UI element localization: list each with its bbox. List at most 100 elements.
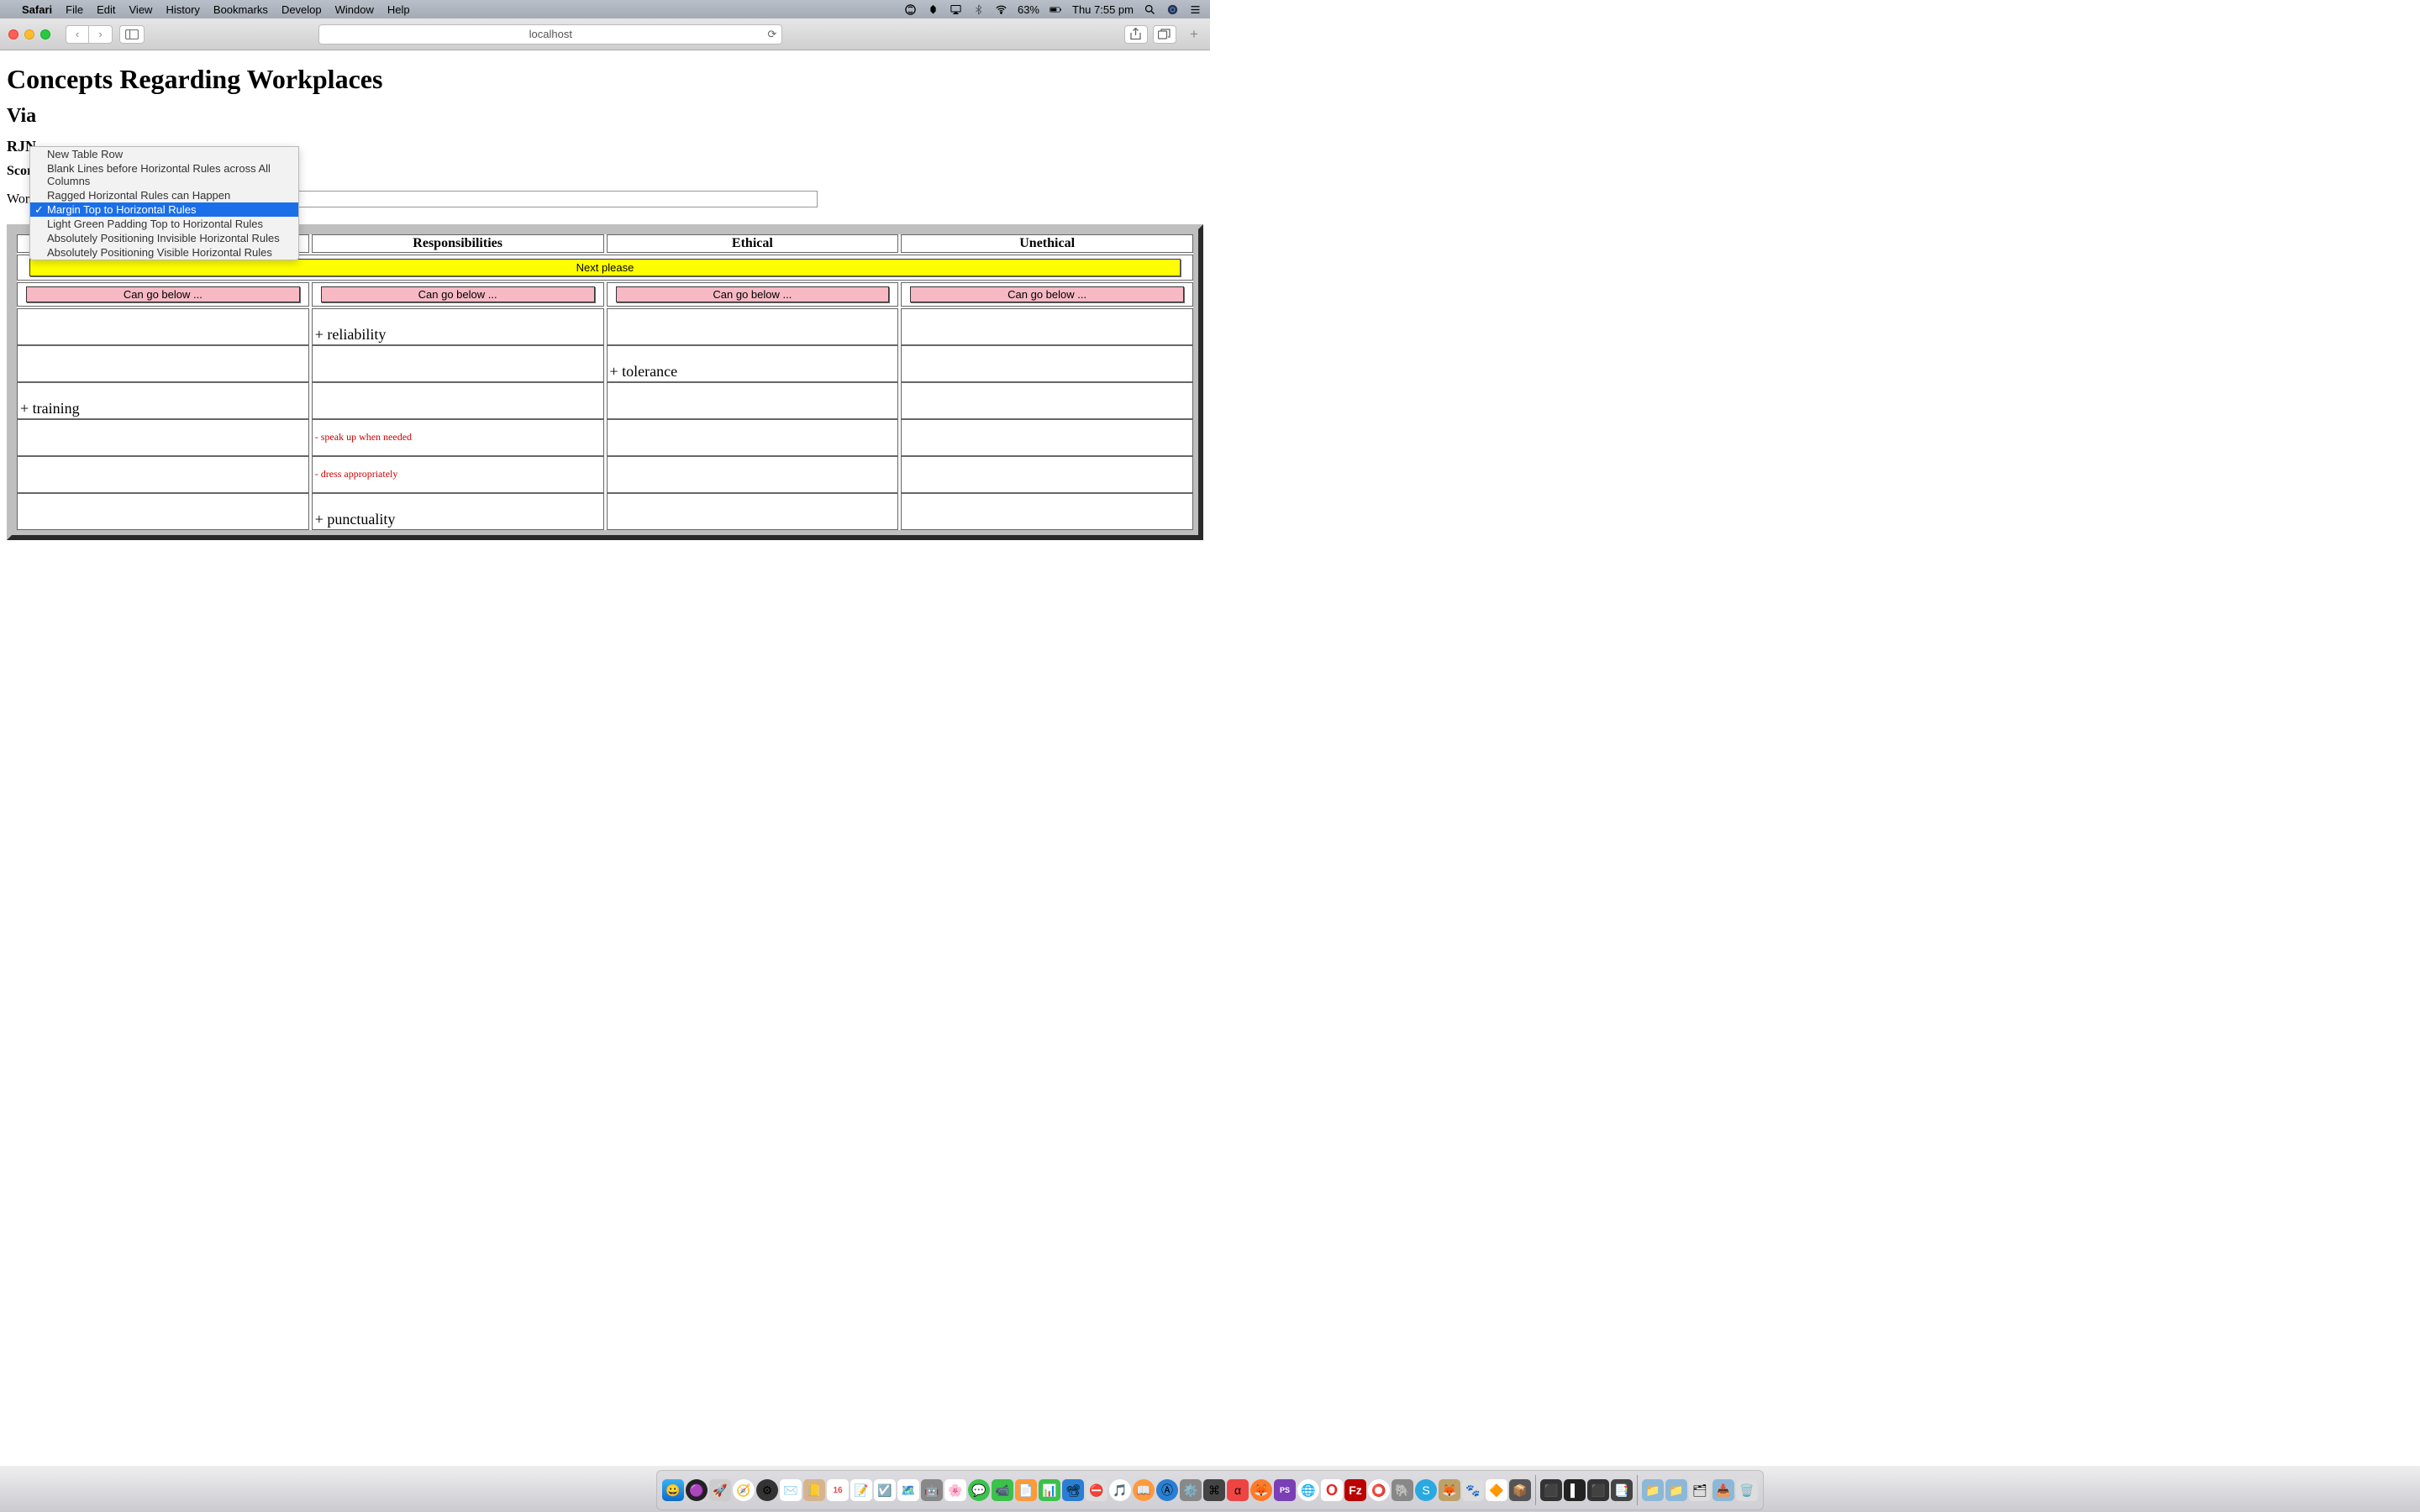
dock-trash-icon[interactable]: 🗑️: [1736, 1479, 1758, 1501]
window-minimize-button[interactable]: [24, 29, 34, 39]
dock-preferences-icon[interactable]: ⚙️: [1180, 1479, 1202, 1501]
window-close-button[interactable]: [8, 29, 18, 39]
dock-contacts-icon[interactable]: 📒: [803, 1479, 825, 1501]
menu-help[interactable]: Help: [387, 3, 410, 16]
dock-terminal-icon[interactable]: ▌: [1564, 1479, 1586, 1501]
dock-dashboard-icon[interactable]: ⚙: [756, 1479, 778, 1501]
grid-cell[interactable]: [17, 419, 309, 456]
grid-cell[interactable]: [312, 345, 604, 382]
dock-launchpad-icon[interactable]: 🚀: [709, 1479, 731, 1501]
dropdown-option[interactable]: Absolutely Positioning Invisible Horizon…: [30, 231, 298, 245]
dock-icon[interactable]: ⬛: [1587, 1479, 1609, 1501]
grid-cell[interactable]: + punctuality: [312, 493, 604, 530]
dock-icon[interactable]: 📦: [1509, 1479, 1531, 1501]
menu-file[interactable]: File: [66, 3, 83, 16]
grid-cell[interactable]: [607, 419, 899, 456]
wifi-icon[interactable]: [995, 3, 1007, 16]
forward-button[interactable]: ›: [89, 25, 113, 44]
dropdown-option[interactable]: Blank Lines before Horizontal Rules acro…: [30, 161, 298, 188]
dock-mamp-icon[interactable]: 🐘: [1392, 1479, 1413, 1501]
can-go-below-button[interactable]: Can go below ...: [321, 286, 595, 302]
dock-automator-icon[interactable]: 🤖: [921, 1479, 943, 1501]
dock-folder-icon[interactable]: 📁: [1642, 1479, 1664, 1501]
address-bar[interactable]: localhost ⟳: [318, 24, 782, 45]
grid-cell[interactable]: [901, 308, 1193, 345]
dock-vlc-icon[interactable]: 🔶: [1486, 1479, 1507, 1501]
dock-firefox-icon[interactable]: 🦊: [1250, 1479, 1272, 1501]
airplay-icon[interactable]: [950, 3, 962, 16]
dock-icon[interactable]: ⭕: [1368, 1479, 1390, 1501]
dock-safari-icon[interactable]: 🧭: [733, 1479, 755, 1501]
grid-cell[interactable]: [17, 456, 309, 493]
grid-cell[interactable]: [17, 345, 309, 382]
dock-siri-icon[interactable]: 🟣: [686, 1479, 708, 1501]
siri-icon[interactable]: [1166, 3, 1179, 16]
grid-cell[interactable]: + reliability: [312, 308, 604, 345]
menubar-extra-icon[interactable]: [904, 3, 917, 16]
dock-notes-icon[interactable]: 📝: [850, 1479, 872, 1501]
dock-folder-icon[interactable]: 📁: [1665, 1479, 1687, 1501]
dock-gimp-icon[interactable]: 🦊: [1439, 1479, 1460, 1501]
dock-reminders-icon[interactable]: ☑️: [874, 1479, 896, 1501]
dock-ibooks-icon[interactable]: 📖: [1133, 1479, 1155, 1501]
menu-edit[interactable]: Edit: [97, 3, 115, 16]
menu-window[interactable]: Window: [335, 3, 374, 16]
grid-cell[interactable]: [901, 382, 1193, 419]
dropdown-option[interactable]: Ragged Horizontal Rules can Happen: [30, 188, 298, 202]
bluetooth-icon[interactable]: [972, 3, 985, 16]
grid-cell[interactable]: [17, 493, 309, 530]
dropdown-option[interactable]: Absolutely Positioning Visible Horizonta…: [30, 245, 298, 260]
dock-stack-icon[interactable]: 🗂: [1689, 1479, 1711, 1501]
grid-cell[interactable]: [901, 456, 1193, 493]
menu-develop[interactable]: Develop: [281, 3, 322, 16]
dock-icon[interactable]: α: [1227, 1479, 1249, 1501]
grid-cell[interactable]: [607, 493, 899, 530]
sidebar-toggle-button[interactable]: [119, 25, 145, 44]
grid-cell[interactable]: [607, 308, 899, 345]
app-name[interactable]: Safari: [22, 3, 52, 16]
dock-mail-icon[interactable]: ✉️: [780, 1479, 802, 1501]
dropdown-option-selected[interactable]: Margin Top to Horizontal Rules: [30, 202, 298, 217]
grid-cell[interactable]: [901, 345, 1193, 382]
share-button[interactable]: [1124, 25, 1148, 44]
can-go-below-button[interactable]: Can go below ...: [616, 286, 890, 302]
can-go-below-button[interactable]: Can go below ...: [26, 286, 300, 302]
grid-cell[interactable]: [901, 493, 1193, 530]
reload-icon[interactable]: ⟳: [767, 28, 776, 41]
dock-finder-icon[interactable]: 😀: [662, 1479, 684, 1501]
dock-appstore-icon[interactable]: Ⓐ: [1156, 1479, 1178, 1501]
dock-calendar-icon[interactable]: 16: [827, 1479, 849, 1501]
dock-opera-icon[interactable]: O: [1321, 1479, 1343, 1501]
dock-phpstorm-icon[interactable]: PS: [1274, 1479, 1296, 1501]
notifications-icon[interactable]: [1189, 3, 1202, 16]
window-maximize-button[interactable]: [40, 29, 50, 39]
dock-itunes-icon[interactable]: 🎵: [1109, 1479, 1131, 1501]
grid-cell[interactable]: [901, 419, 1193, 456]
dock-icon[interactable]: 📑: [1611, 1479, 1633, 1501]
dock-maps-icon[interactable]: 🗺️: [897, 1479, 919, 1501]
grid-cell[interactable]: + tolerance: [607, 345, 899, 382]
can-go-below-button[interactable]: Can go below ...: [910, 286, 1184, 302]
dock-photos-icon[interactable]: 🌸: [944, 1479, 966, 1501]
dock-icon[interactable]: ⬛: [1540, 1479, 1562, 1501]
dock-facetime-icon[interactable]: 📹: [992, 1479, 1013, 1501]
back-button[interactable]: ‹: [66, 25, 89, 44]
spotlight-icon[interactable]: [1144, 3, 1156, 16]
battery-icon[interactable]: [1050, 3, 1062, 16]
dropdown-option[interactable]: New Table Row: [30, 147, 298, 161]
dock-icon[interactable]: ⛔: [1086, 1479, 1107, 1501]
dock-keynote-icon[interactable]: 📽: [1062, 1479, 1084, 1501]
dock-icon[interactable]: ⌘: [1203, 1479, 1225, 1501]
dock-skype-icon[interactable]: S: [1415, 1479, 1437, 1501]
menubar-clock[interactable]: Thu 7:55 pm: [1072, 3, 1134, 16]
dock-filezilla-icon[interactable]: Fz: [1344, 1479, 1366, 1501]
menu-history[interactable]: History: [166, 3, 199, 16]
dock-chrome-icon[interactable]: 🌐: [1297, 1479, 1319, 1501]
dock-numbers-icon[interactable]: 📊: [1039, 1479, 1060, 1501]
menu-bookmarks[interactable]: Bookmarks: [213, 3, 268, 16]
grid-cell[interactable]: - dress appropriately: [312, 456, 604, 493]
grid-cell[interactable]: [17, 308, 309, 345]
grid-cell[interactable]: [607, 382, 899, 419]
menubar-app-icon[interactable]: [927, 3, 939, 16]
dock-pages-icon[interactable]: 📄: [1015, 1479, 1037, 1501]
